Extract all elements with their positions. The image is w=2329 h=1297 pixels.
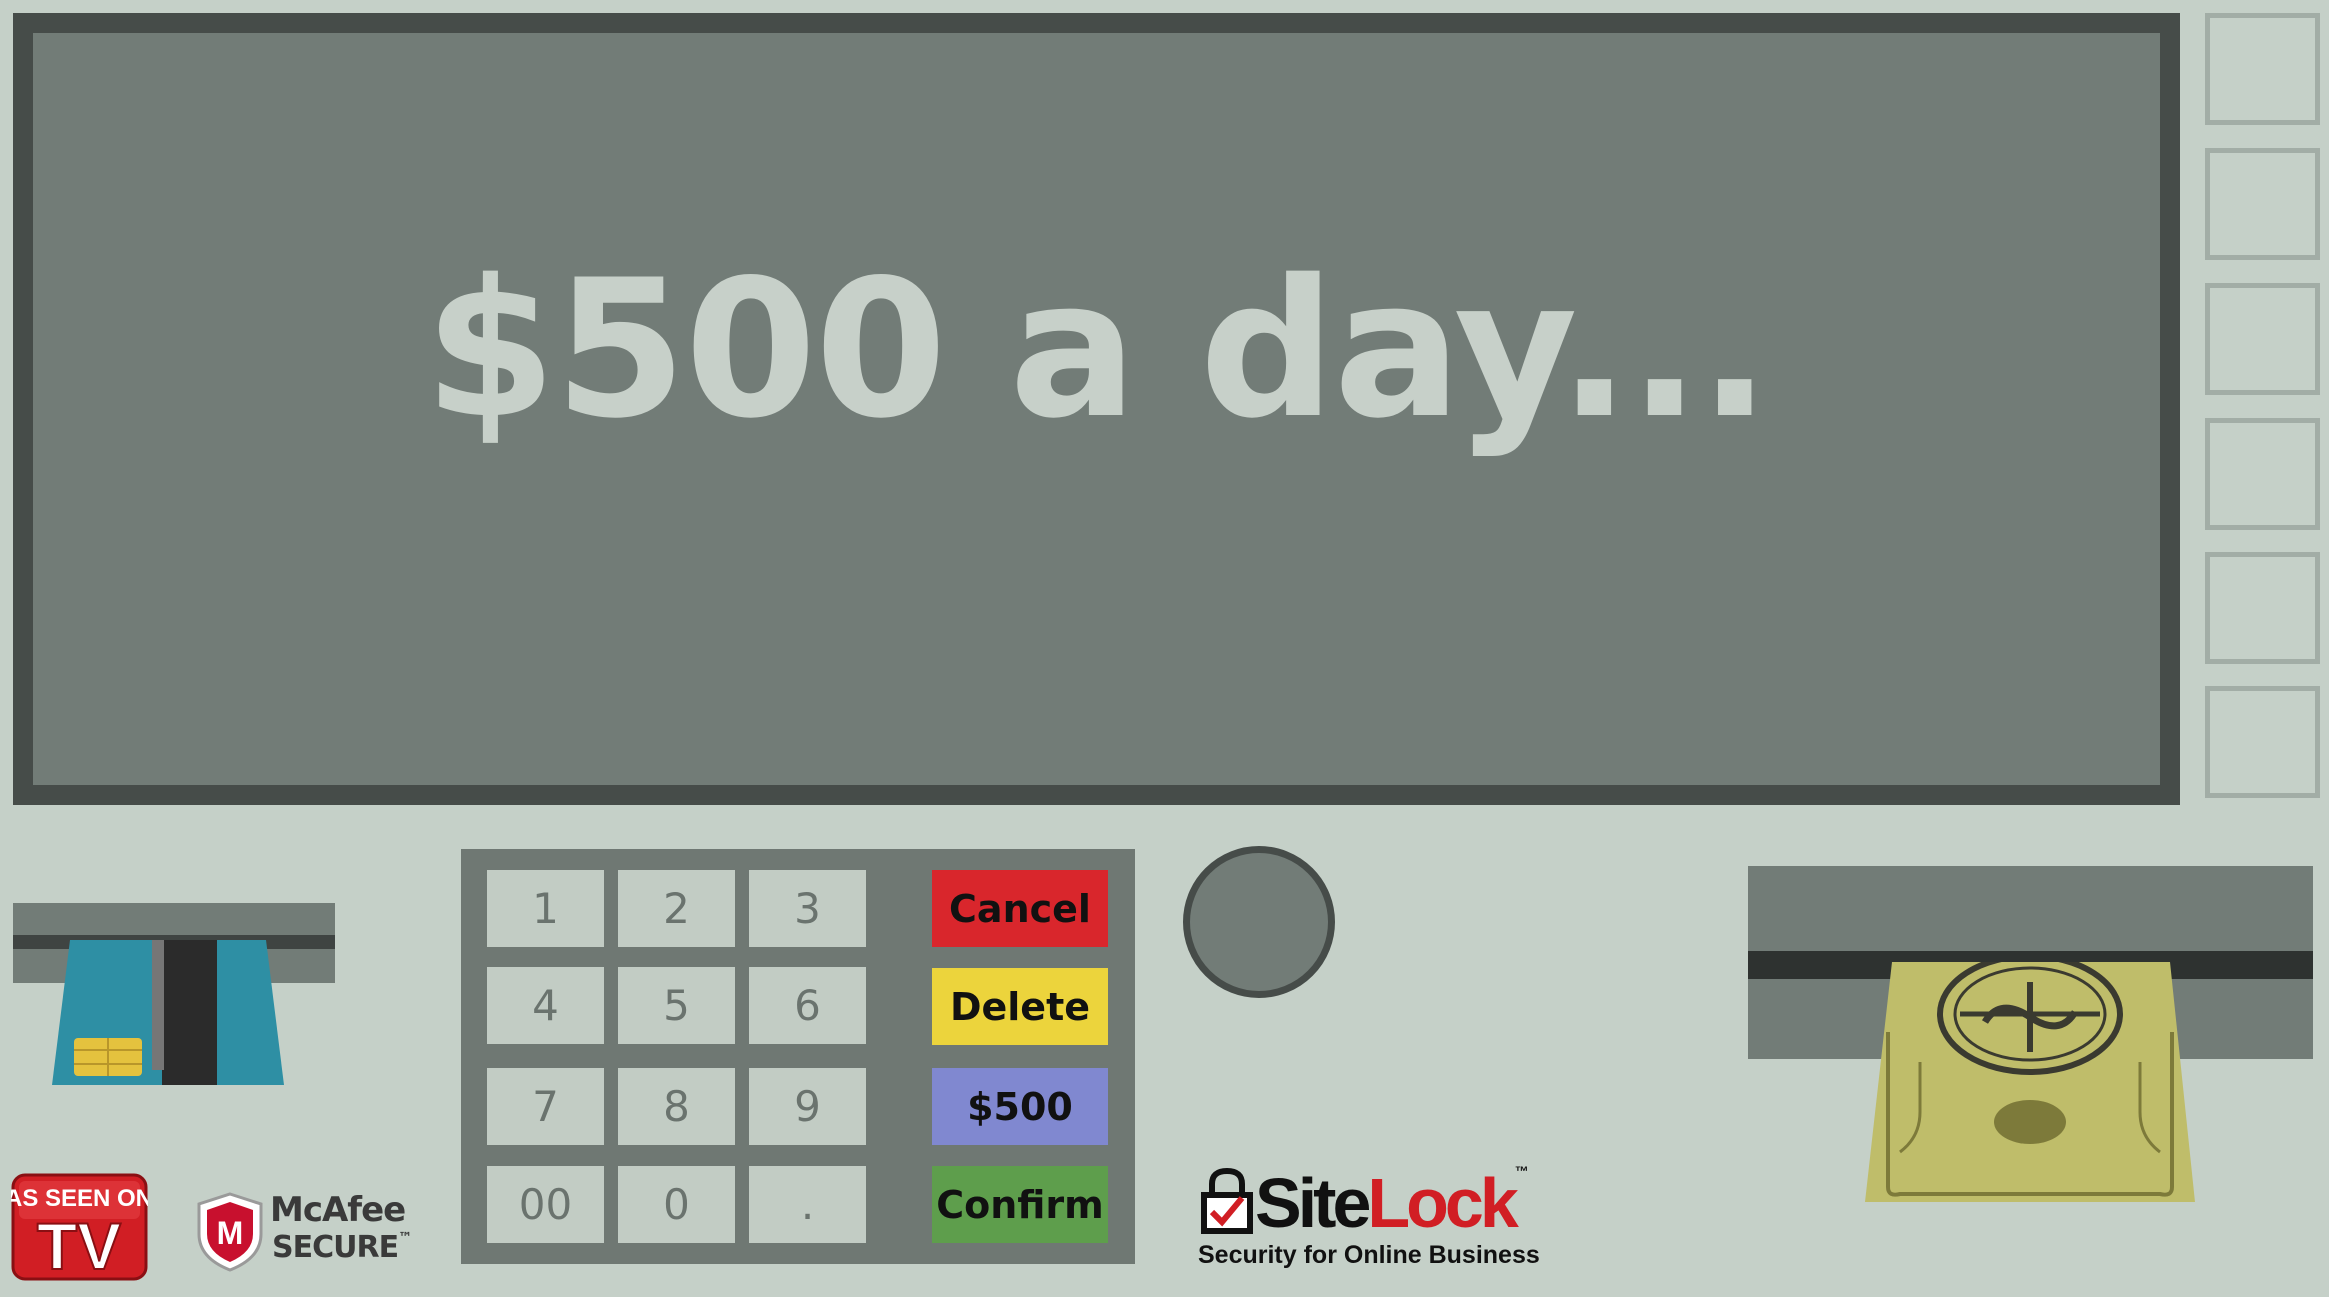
key-3[interactable]: 3 [749, 870, 866, 947]
mcafee-shield-icon: M [197, 1192, 263, 1272]
mcafee-tm: ™ [398, 1230, 412, 1246]
sitelock-logo-text: SiteLock™ [1255, 1163, 1529, 1243]
round-reader [1183, 846, 1335, 998]
credit-card-icon[interactable] [52, 940, 284, 1085]
mcafee-secure-label: SECURE [272, 1230, 399, 1265]
key-7[interactable]: 7 [487, 1068, 604, 1145]
atm-screen: $500 a day... [13, 13, 2180, 805]
key-0[interactable]: 0 [618, 1166, 735, 1243]
tv-badge-line1: AS SEEN ON [11, 1185, 148, 1212]
side-button-4[interactable] [2205, 418, 2320, 530]
svg-text:M: M [217, 1215, 244, 1251]
side-button-5[interactable] [2205, 552, 2320, 664]
sitelock-tm: ™ [1514, 1163, 1529, 1179]
side-button-1[interactable] [2205, 13, 2320, 125]
atm-screen-display: $500 a day... [33, 33, 2160, 785]
key-5[interactable]: 5 [618, 967, 735, 1044]
screen-message: $500 a day... [424, 238, 1771, 460]
key-decimal[interactable]: . [749, 1166, 866, 1243]
as-seen-on-tv-badge: AS SEEN ON TV [11, 1173, 148, 1281]
cash-dispenser [1748, 866, 2313, 951]
key-6[interactable]: 6 [749, 967, 866, 1044]
sitelock-tagline: Security for Online Business [1198, 1241, 1540, 1269]
key-4[interactable]: 4 [487, 967, 604, 1044]
sitelock-lock: Lock [1367, 1164, 1518, 1242]
key-1[interactable]: 1 [487, 870, 604, 947]
tv-badge-line2: TV [37, 1209, 121, 1281]
amount-500-button[interactable]: $500 [932, 1068, 1108, 1145]
sitelock-site: Site [1255, 1164, 1371, 1242]
key-00[interactable]: 00 [487, 1166, 604, 1243]
side-button-6[interactable] [2205, 686, 2320, 798]
padlock-icon [1201, 1168, 1253, 1234]
key-2[interactable]: 2 [618, 870, 735, 947]
cancel-button[interactable]: Cancel [932, 870, 1108, 947]
side-button-2[interactable] [2205, 148, 2320, 260]
mcafee-name: McAfee [270, 1190, 406, 1230]
card-slot [13, 903, 335, 935]
key-9[interactable]: 9 [749, 1068, 866, 1145]
delete-button[interactable]: Delete [932, 968, 1108, 1045]
dollar-bill-icon[interactable] [1860, 962, 2200, 1207]
side-button-3[interactable] [2205, 283, 2320, 395]
mcafee-secure: SECURE™ [272, 1230, 412, 1265]
key-8[interactable]: 8 [618, 1068, 735, 1145]
confirm-button[interactable]: Confirm [932, 1166, 1108, 1243]
